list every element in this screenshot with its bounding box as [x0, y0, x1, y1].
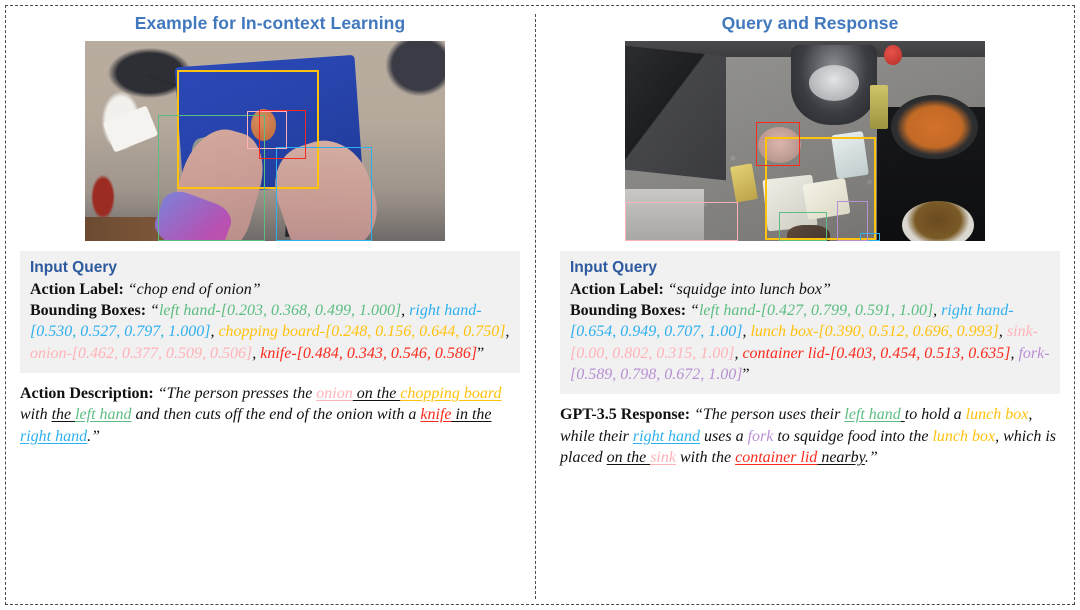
figure-root: Example for In-context Learning Input Qu… [0, 0, 1080, 610]
sink-unit [625, 45, 726, 181]
answer-token: fork [747, 427, 774, 445]
action-label-value-left: “chop end of onion” [127, 281, 261, 299]
panel-right-title: Query and Response [721, 13, 899, 33]
answer-token: sink [650, 449, 676, 467]
action-label-line-left: Action Label: “chop end of onion” [30, 279, 510, 300]
answer-token: with [20, 406, 52, 424]
answer-token: The person uses their [703, 405, 845, 423]
answer-token: to hold a [904, 405, 966, 423]
bbox-entry: container lid-[0.403, 0.454, 0.513, 0.63… [742, 344, 1011, 362]
action-label-key-left: Action Label: [30, 281, 124, 299]
input-query-box-right: Input Query Action Label: “squidge into … [560, 251, 1060, 394]
answer-token: right hand [632, 427, 701, 445]
bounding-boxes-key-right: Bounding Boxes: [570, 302, 687, 320]
bounding-boxes-line-right: Bounding Boxes: “left hand-[0.427, 0.799… [570, 300, 1050, 384]
bbox-entry: left hand-[0.427, 0.799, 0.591, 1.00] [698, 302, 934, 320]
answer-token: left hand [844, 405, 901, 423]
action-label-line-right: Action Label: “squidge into lunch box” [570, 279, 1050, 300]
panel-right: Query and Response Input Query Action La… [560, 13, 1060, 469]
input-query-header-right: Input Query [570, 259, 657, 277]
answer-token: chopping board [400, 384, 502, 402]
answer-token: knife [420, 406, 452, 424]
answer-token: and then cuts off the end of the onion w… [131, 406, 421, 424]
answer-token: uses a [700, 427, 748, 445]
food-bowl [902, 201, 975, 242]
action-description-key-left: Action Description: [20, 384, 154, 402]
left-hand-box [778, 212, 828, 242]
power-strip [102, 105, 158, 153]
bbox-entry: chopping board-[0.248, 0.156, 0.644, 0.7… [218, 323, 506, 341]
bbox-entry: knife-[0.484, 0.343, 0.546, 0.586] [260, 344, 478, 362]
panel-divider [535, 14, 536, 599]
answer-token: right hand [20, 428, 88, 446]
example-image-left [85, 41, 445, 242]
action-label-value-right: “squidge into lunch box” [667, 281, 831, 299]
bounding-boxes-key-left: Bounding Boxes: [30, 302, 147, 320]
wood-floor [85, 217, 165, 242]
answer-token: The person presses the [166, 384, 317, 402]
knife-box [259, 109, 307, 159]
panel-left: Example for In-context Learning Input Qu… [20, 13, 520, 448]
frying-pan-carrots [891, 95, 978, 160]
answer-token: on the [352, 384, 401, 402]
answer-token: nearby [817, 449, 865, 467]
answer-token: to squidge food into the [773, 427, 933, 445]
example-image-right [625, 41, 985, 242]
oil-bottle [869, 85, 888, 130]
answer-token: lunch box [965, 405, 1029, 423]
answer-token: in the [451, 406, 492, 424]
gpt-response-right: GPT-3.5 Response: “The person uses their… [560, 404, 1060, 469]
action-description-left: Action Description: “The person presses … [20, 383, 520, 448]
bounding-boxes-line-left: Bounding Boxes: “left hand-[0.203, 0.368… [30, 300, 510, 363]
bbox-entry: lunch box-[0.390, 0.512, 0.696, 0.993] [750, 323, 999, 341]
bbox-entry: left hand-[0.203, 0.368, 0.499, 1.000] [158, 302, 402, 320]
input-query-header-left: Input Query [30, 259, 117, 277]
pot-interior [808, 65, 859, 102]
right-hand-box [275, 146, 372, 242]
gpt-response-key-right: GPT-3.5 Response: [560, 405, 691, 423]
answer-token: lunch box [932, 427, 996, 445]
container-lid-box [756, 122, 800, 167]
fork-box [837, 200, 868, 242]
answer-token: left hand [75, 406, 132, 424]
action-label-key-right: Action Label: [570, 281, 664, 299]
sink-box [625, 201, 739, 242]
panel-left-title: Example for In-context Learning [134, 13, 406, 33]
input-query-box-left: Input Query Action Label: “chop end of o… [20, 251, 520, 373]
answer-token: onion [316, 384, 353, 402]
answer-token: the [51, 406, 76, 424]
answer-token: with the [675, 449, 736, 467]
answer-token: on the [606, 449, 651, 467]
answer-token: container lid [735, 449, 818, 467]
bbox-entry: onion-[0.462, 0.377, 0.509, 0.506] [30, 344, 253, 362]
